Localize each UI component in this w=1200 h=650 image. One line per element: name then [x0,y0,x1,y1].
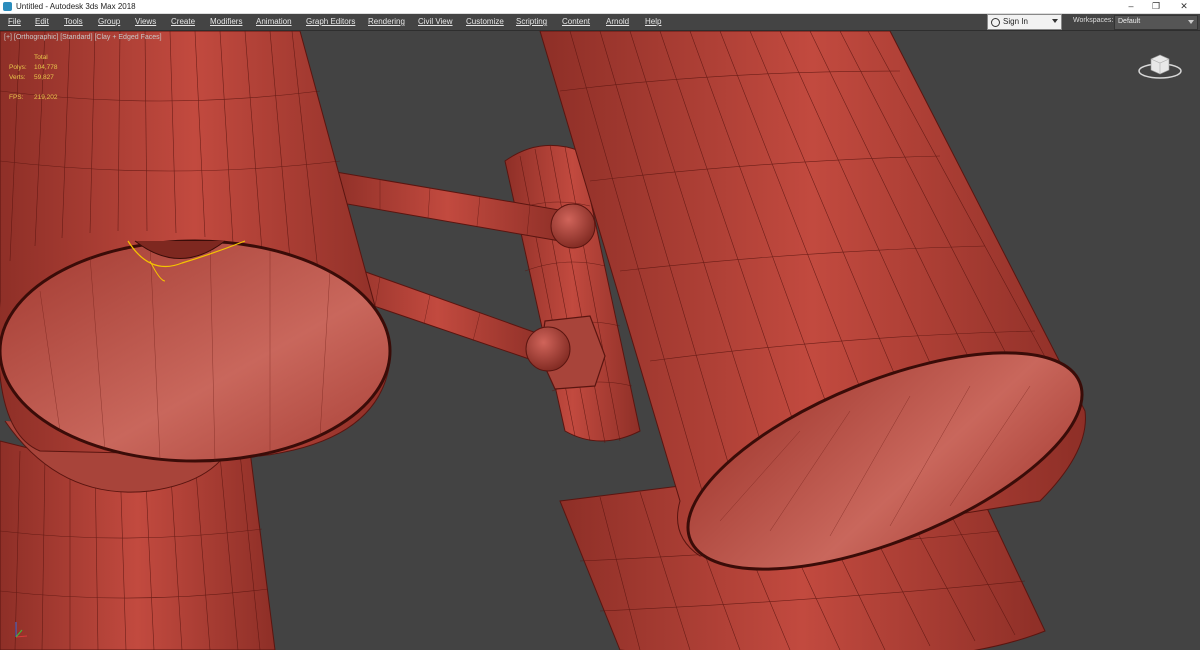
chevron-down-icon [1188,20,1194,24]
person-icon [991,18,1000,27]
verts-value: 59,827 [34,74,54,81]
menu-animation[interactable]: Animation [256,17,292,26]
workspaces-value: Default [1118,18,1141,25]
fps-label: FPS: [9,94,24,101]
menu-create[interactable]: Create [171,17,195,26]
viewport-label[interactable]: [+] [Orthographic] [Standard] [Clay + Ed… [4,34,162,41]
menu-group[interactable]: Group [98,17,120,26]
restore-button[interactable]: ❐ [1142,0,1170,13]
menu-tools[interactable]: Tools [64,17,83,26]
viewcube-icon[interactable] [1138,51,1182,79]
workspaces-label: Workspaces: [1073,17,1114,24]
menu-file[interactable]: File [8,17,21,26]
dropdown-icon [1052,19,1058,23]
polys-value: 104,778 [34,64,58,71]
stats-header: Total [34,54,48,61]
menu-arnold[interactable]: Arnold [606,17,629,26]
menu-content[interactable]: Content [562,17,590,26]
minimize-button[interactable]: – [1117,0,1145,13]
orthographic-viewport[interactable]: [+] [Orthographic] [Standard] [Clay + Ed… [0,31,1200,650]
statistics-overlay: Total Polys: 104,778 Verts: 59,827 FPS: 219… [9,53,58,103]
menu-views[interactable]: Views [135,17,156,26]
polys-label: Polys: [9,64,27,71]
menu-edit[interactable]: Edit [35,17,49,26]
window-title: Untitled - Autodesk 3ds Max 2018 [16,2,136,11]
menu-graph-editors[interactable]: Graph Editors [306,17,355,26]
app-icon [3,2,12,11]
menu-customize[interactable]: Customize [466,17,504,26]
axis-tripod-icon [15,622,28,638]
menu-scripting[interactable]: Scripting [516,17,547,26]
left-main-shade [0,31,392,463]
verts-label: Verts: [9,74,26,81]
sign-in-label: Sign In [1003,17,1028,26]
menu-help[interactable]: Help [645,17,661,26]
fps-value: 219,202 [34,94,58,101]
menu-civil-view[interactable]: Civil View [418,17,453,26]
menu-rendering[interactable]: Rendering [368,17,405,26]
sign-in-dropdown[interactable]: Sign In [987,14,1062,30]
workspaces-select[interactable]: Default [1114,15,1198,30]
viewport-scene [0,31,1086,650]
close-button[interactable]: ✕ [1170,0,1198,13]
menu-modifiers[interactable]: Modifiers [210,17,242,26]
title-bar: Untitled - Autodesk 3ds Max 2018 – ❐ ✕ [0,0,1200,14]
